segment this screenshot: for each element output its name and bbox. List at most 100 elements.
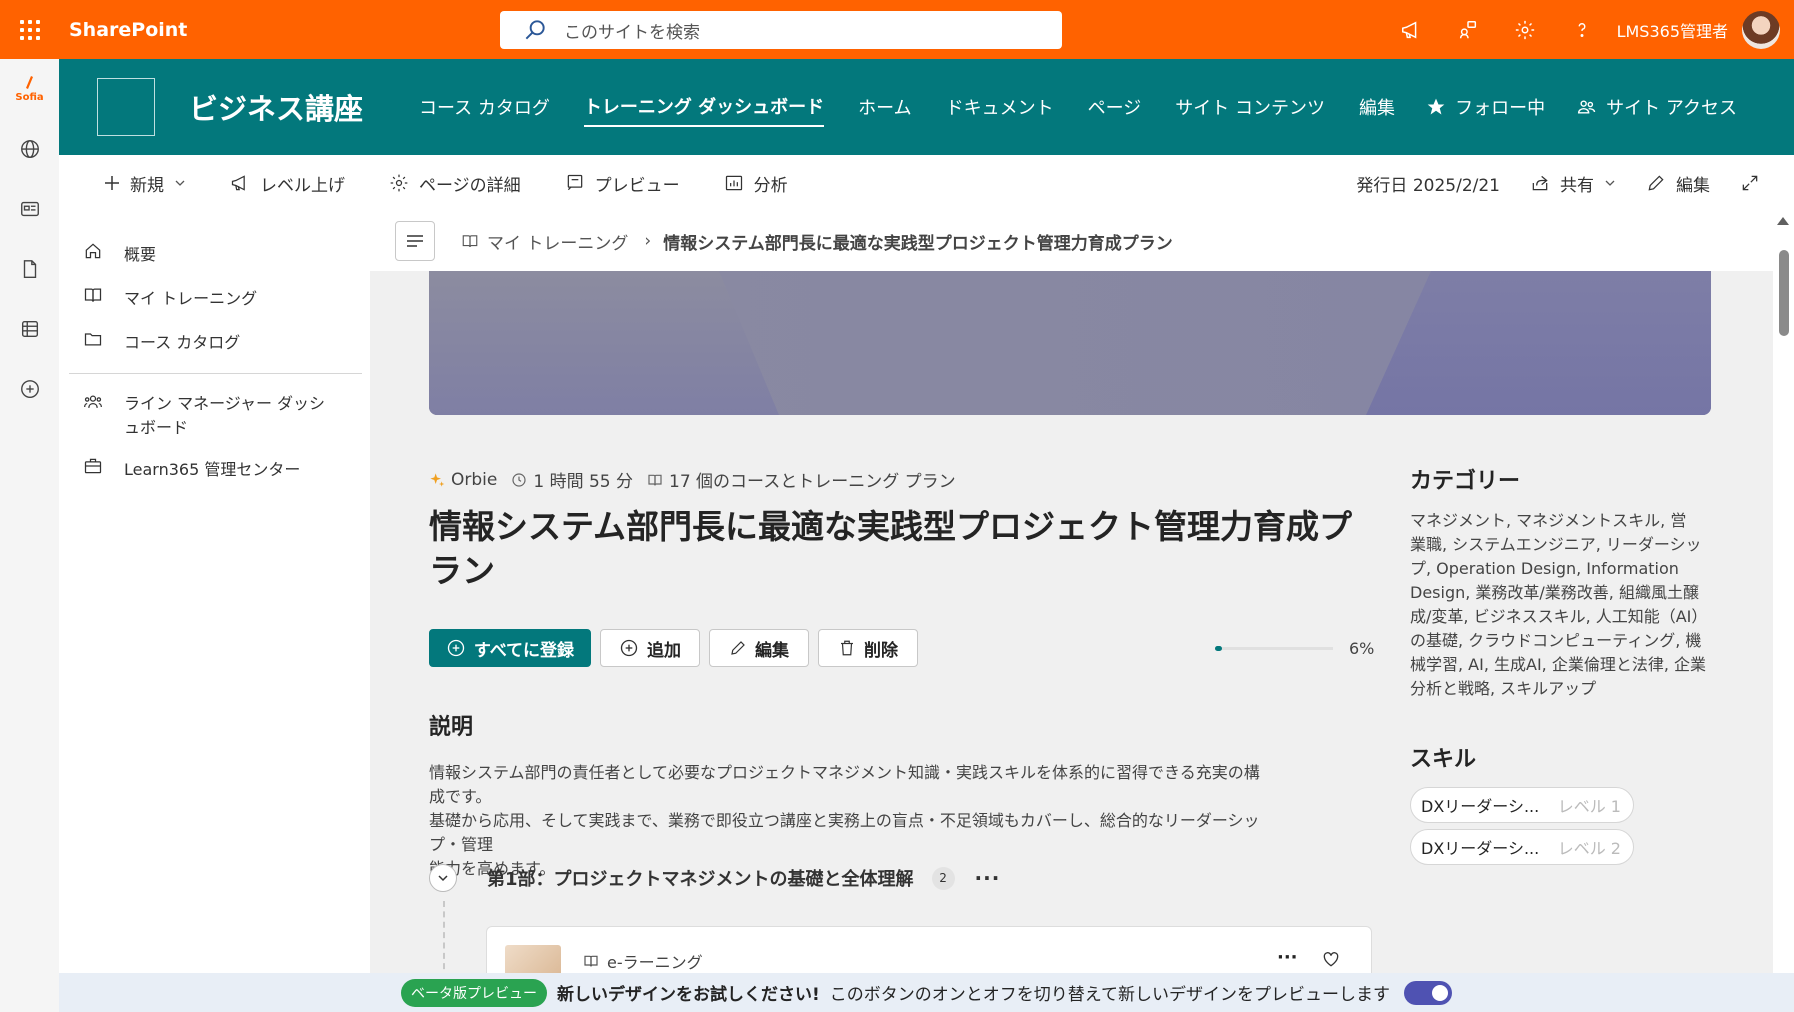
nav-home[interactable]: ホーム [858,88,911,126]
heart-icon[interactable] [1321,949,1341,969]
follow-label: フォロー中 [1455,98,1546,119]
nav-item-label: ライン マネージャー ダッシ ュボード [124,392,325,440]
page-details-button[interactable]: ページの詳細 [389,171,521,196]
document-icon[interactable] [0,239,59,299]
sofia-logo[interactable]: Sofia [0,59,59,119]
more-options-icon[interactable]: ··· [1277,947,1298,968]
preview-button[interactable]: プレビュー [565,171,680,196]
nav-site-contents[interactable]: サイト コンテンツ [1175,88,1325,126]
plan-course-count-label: 17 個のコースとトレーニング プラン [669,472,956,492]
action-buttons: すべてに登録 追加 編集 削除 [429,629,927,667]
book-icon [462,235,478,248]
promote-button[interactable]: レベル上げ [230,171,345,196]
nav-documents[interactable]: ドキュメント [946,88,1054,126]
chevron-right-icon: › [644,231,652,251]
published-date-label: 発行日 2025/2/21 [1356,175,1500,196]
category-line: 成/変革, ビジネススキル, 人工知能（AI） [1410,607,1708,626]
user-name[interactable]: LMS365管理者 [1617,18,1728,42]
add-circle-icon[interactable] [0,359,59,419]
skill-chip[interactable]: DXリーダーシ... レベル 1 [1410,787,1634,823]
expand-button[interactable] [1740,173,1770,193]
news-icon[interactable] [0,179,59,239]
clock-icon [512,472,526,487]
breadcrumb: マイ トレーニング › 情報システム部門長に最適な実践型プロジェクト管理力育成プ… [370,211,1773,271]
share-label: 共有 [1560,175,1594,196]
trash-icon [841,640,853,656]
preview-icon [567,174,582,191]
megaphone-icon[interactable] [1383,0,1440,59]
progress-indicator: 6% [1215,629,1374,667]
enroll-all-button[interactable]: すべてに登録 [429,629,591,667]
app-name[interactable]: SharePoint [69,19,499,41]
left-nav: 概要 マイ トレーニング コース カタログ ライン マネージャー ダッシ ュボード… [59,211,370,1012]
nav-edit[interactable]: 編集 [1359,88,1395,126]
skills-heading: スキル [1410,747,1477,772]
delete-button[interactable]: 削除 [818,629,918,667]
edit-page-button[interactable]: 編集 [1646,171,1710,196]
home-icon [85,243,101,259]
nav-divider [69,373,362,374]
follow-button[interactable]: フォロー中 [1426,94,1545,120]
share-network-icon[interactable] [1440,0,1497,59]
add-button[interactable]: 追加 [600,629,700,667]
course-type: e-ラーニング [583,949,703,973]
skill-chip[interactable]: DXリーダーシ... レベル 2 [1410,829,1634,865]
app-launcher-icon[interactable] [0,0,59,59]
share-icon [1532,175,1548,191]
progress-label: 6% [1349,638,1375,658]
share-button[interactable]: 共有 [1530,171,1616,196]
category-heading: カテゴリー [1410,469,1521,494]
edit-button[interactable]: 編集 [709,629,809,667]
new-button[interactable]: 新規 [104,171,186,196]
megaphone-icon [231,175,245,191]
nav-item-course-catalog[interactable]: コース カタログ [59,329,370,353]
nav-course-catalog[interactable]: コース カタログ [419,88,550,126]
nav-pages[interactable]: ページ [1088,88,1142,126]
collapse-button[interactable] [429,864,457,892]
description-line1: 情報システム部門の責任者として必要なプロジェクトマネジメント知識・実践スキルを体… [429,763,1260,806]
menu-toggle-button[interactable] [395,221,435,261]
page-title-line1: 情報システム部門長に最適な実践型プロジェクト管理力育成プ [429,507,1353,546]
avatar[interactable] [1742,10,1780,49]
gear-icon[interactable] [1497,0,1554,59]
published-date: 発行日 2025/2/21 [1356,171,1500,196]
nav-item-admin-center[interactable]: Learn365 管理センター [59,456,370,480]
add-circle-icon [620,639,638,657]
globe-icon[interactable] [0,119,59,179]
scrollbar[interactable] [1773,211,1794,1012]
command-bar: 新規 レベル上げ ページの詳細 プレビュー 分析 発行日 2025/2/21 共… [59,155,1794,211]
analytics-button[interactable]: 分析 [724,171,788,196]
chevron-down-icon [175,180,185,186]
page-title: 情報システム部門長に最適な実践型プロジェクト管理力育成プ ラン [429,505,1389,593]
new-design-toggle[interactable] [1403,980,1452,1005]
book-icon [84,288,102,302]
plus-icon [105,176,119,190]
nav-item-label-line2: ュボード [124,418,189,437]
suite-bar: SharePoint このサイトを検索 LMS365管理者 [0,0,1794,59]
nav-training-dashboard[interactable]: トレーニング ダッシュボード [583,87,825,127]
description-heading: 説明 [429,715,474,740]
gear-icon [390,174,408,192]
site-access-button[interactable]: サイト アクセス [1577,94,1737,120]
folder-icon [84,333,102,346]
scrollbar-thumb[interactable] [1779,250,1789,336]
site-logo[interactable] [97,78,155,136]
help-icon[interactable] [1554,0,1611,59]
nav-item-my-training[interactable]: マイ トレーニング [59,285,370,309]
nav-item-label: Learn365 管理センター [124,460,301,479]
chevron-down-icon [1605,180,1615,186]
site-title[interactable]: ビジネス講座 [189,86,363,128]
nav-item-manager-dashboard[interactable]: ライン マネージャー ダッシ ュボード [59,392,370,440]
breadcrumb-root[interactable]: マイ トレーニング [461,229,628,254]
plan-course-count: 17 個のコースとトレーニング プラン [647,467,956,492]
category-line: 械学習, AI, 生成AI, 企業倫理と法律, 企業 [1410,655,1707,674]
list-icon[interactable] [0,299,59,359]
banner-heading: 新しいデザインをお試しください! [557,985,820,1005]
scroll-up-arrow[interactable] [1777,217,1789,225]
promote-label: レベル上げ [260,175,345,196]
chevron-down-icon [438,875,448,882]
more-options-icon[interactable]: ··· [975,866,1001,890]
nav-item-overview[interactable]: 概要 [59,241,370,265]
category-line: 業職, システムエンジニア, リーダーシッ [1410,535,1702,554]
search-input[interactable]: このサイトを検索 [500,11,1062,49]
